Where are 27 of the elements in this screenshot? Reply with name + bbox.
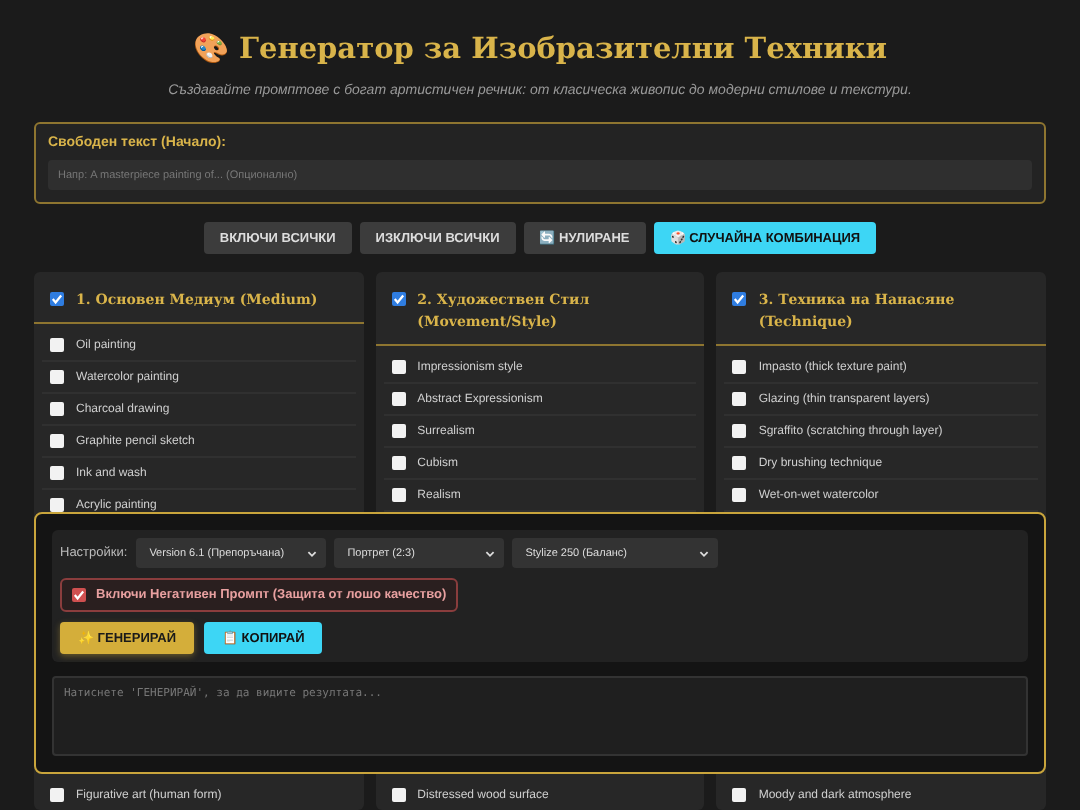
option-checkbox[interactable] [732,360,747,374]
page-title: 🎨 Генератор за Изобразителни Техники [192,32,888,66]
option-checkbox[interactable] [391,360,406,374]
option-checkbox[interactable] [732,392,747,406]
option-checkbox[interactable] [50,466,64,480]
chevron-down-icon [483,547,496,559]
option-checkbox[interactable] [391,788,406,802]
chevron-down-icon [305,547,318,559]
option-checkbox[interactable] [50,338,64,352]
option-checkbox[interactable] [732,488,747,502]
category-checkbox[interactable] [391,292,406,306]
option-checkbox[interactable] [50,402,64,416]
option-checkbox[interactable] [732,456,747,470]
category-checkbox[interactable] [732,292,747,306]
option-checkbox[interactable] [732,788,747,802]
option-checkbox[interactable] [50,434,64,448]
category-checkbox[interactable] [50,292,64,306]
option-checkbox[interactable] [50,498,64,512]
option-checkbox[interactable] [391,456,406,470]
option-checkbox[interactable] [391,392,406,406]
option-checkbox[interactable] [732,424,747,438]
negative-checkbox[interactable] [72,588,86,602]
option-checkbox[interactable] [50,370,64,384]
option-checkbox[interactable] [50,788,64,802]
option-checkbox[interactable] [391,488,406,502]
option-checkbox[interactable] [391,424,406,438]
chevron-down-icon [697,547,710,559]
